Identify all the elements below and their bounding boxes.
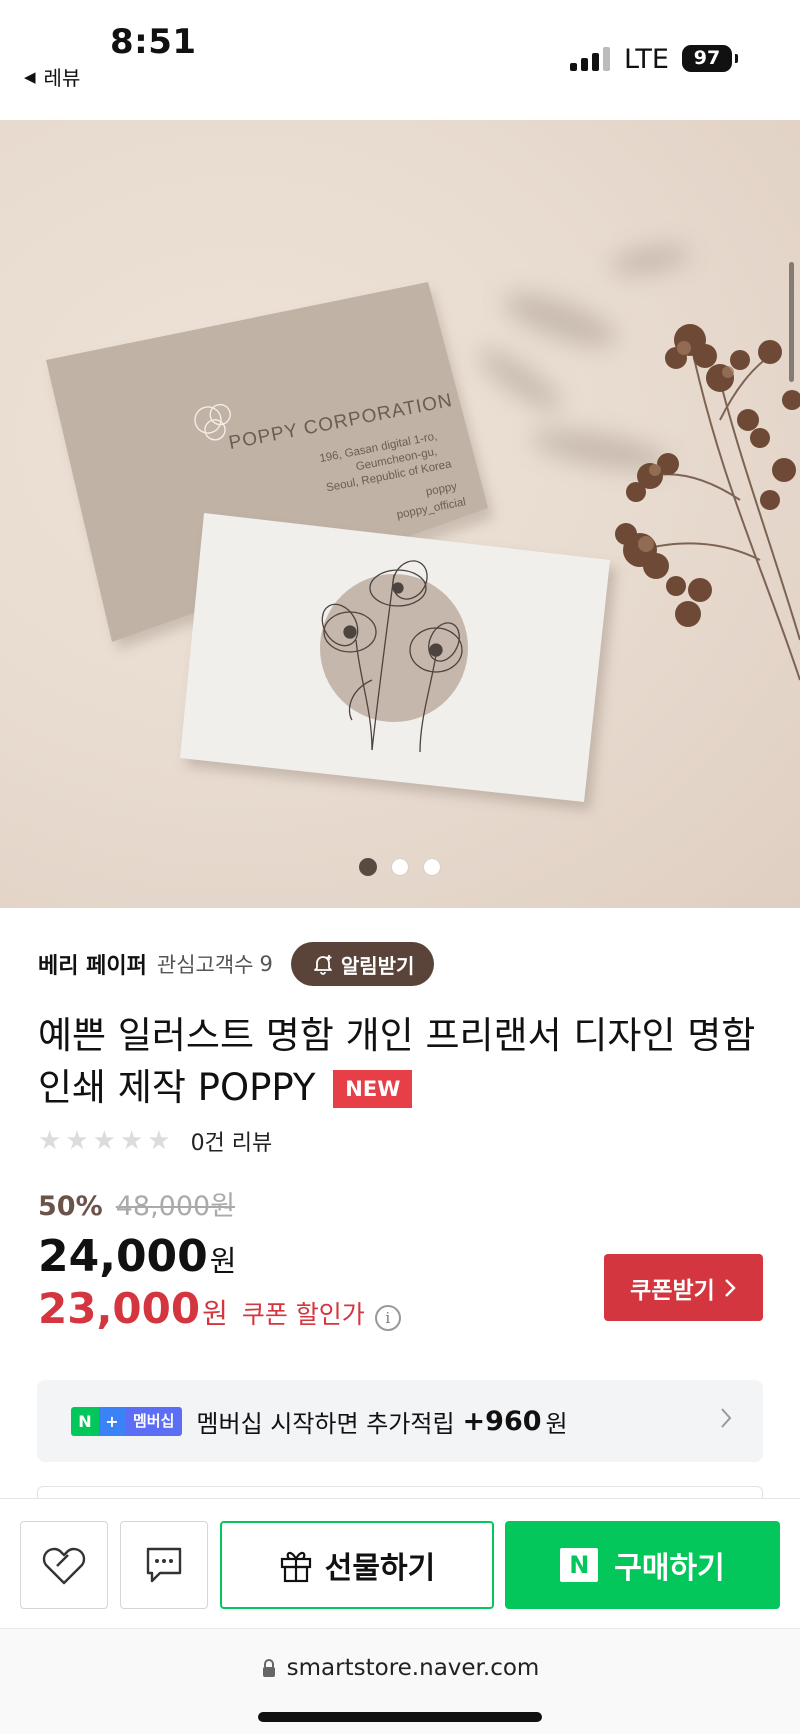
naver-n-icon: N [560, 1548, 599, 1582]
carousel-indicator[interactable] [0, 858, 800, 876]
info-icon[interactable]: i [374, 1305, 401, 1331]
chevron-right-icon [724, 1278, 736, 1297]
gift-label: 선물하기 [324, 1551, 436, 1586]
logo-n: N [71, 1406, 99, 1436]
get-coupon-button[interactable]: 쿠폰받기 [604, 1254, 763, 1321]
heart-icon [42, 1547, 86, 1585]
naver-plus-membership-logo: N + 멤버십 [71, 1406, 183, 1436]
star-icon: ★ [147, 1126, 171, 1156]
coupon-price: 23,000 원 쿠폰 할인가 i [38, 1284, 401, 1333]
url-display[interactable]: smartstore.naver.com [0, 1655, 800, 1681]
star-icon: ★ [92, 1126, 116, 1156]
logo-plus: + [99, 1406, 125, 1436]
gift-button[interactable]: 선물하기 [220, 1521, 494, 1609]
notification-subscribe-label: 알림받기 [340, 953, 415, 978]
logo-membership-text: 멤버십 [125, 1406, 183, 1436]
carousel-dot[interactable] [359, 858, 377, 876]
rating-row[interactable]: ★ ★ ★ ★ ★ 0건 리뷰 [38, 1125, 272, 1157]
product-image-carousel[interactable]: POPPY CORPORATION 196, Gasan digital 1-r… [0, 120, 800, 908]
back-to-app-button[interactable]: ◀ 레뷰 [24, 62, 80, 91]
signal-icon [570, 47, 610, 71]
battery-icon: 97 [682, 45, 738, 72]
wishlist-button[interactable] [20, 1521, 108, 1609]
product-photo: POPPY CORPORATION 196, Gasan digital 1-r… [46, 246, 800, 810]
network-label: LTE [624, 44, 669, 75]
bell-plus-icon [313, 955, 332, 975]
browser-address-bar[interactable]: smartstore.naver.com [0, 1628, 800, 1734]
membership-banner[interactable]: N + 멤버십 멤버십 시작하면 추가적립 +960 원 [37, 1380, 763, 1462]
buy-button[interactable]: N 구매하기 [505, 1521, 780, 1609]
carousel-dot[interactable] [391, 858, 409, 876]
membership-text: 멤버십 시작하면 추가적립 [196, 1409, 455, 1438]
image-scrollbar[interactable] [789, 262, 794, 382]
notification-subscribe-button[interactable]: 알림받기 [290, 942, 435, 986]
get-coupon-label: 쿠폰받기 [630, 1277, 715, 1304]
coupon-price-unit: 원 [202, 1297, 228, 1330]
talk-button[interactable] [120, 1521, 208, 1609]
back-app-label: 레뷰 [43, 66, 81, 90]
chevron-right-icon [719, 1406, 733, 1437]
bottom-action-bar: 선물하기 N 구매하기 [0, 1498, 800, 1628]
original-price: 48,000원 [115, 1191, 236, 1222]
carousel-dot[interactable] [423, 858, 441, 876]
star-icon: ★ [65, 1126, 89, 1156]
sale-price-unit: 원 [209, 1244, 237, 1278]
star-icon: ★ [38, 1126, 62, 1156]
sale-price-number: 24,000 [38, 1231, 208, 1282]
clock: 8:51 [110, 22, 197, 62]
fans-count: 9 [259, 952, 273, 976]
membership-points: +960 [462, 1405, 542, 1437]
coupon-price-label: 쿠폰 할인가 [241, 1300, 365, 1329]
fans-label: 관심고객수 [156, 953, 254, 977]
discount-rate: 50% [38, 1191, 103, 1222]
product-title: 예쁜 일러스트 명함 개인 프리랜서 디자인 명함 인쇄 제작 POPPY NE… [38, 1010, 760, 1114]
price-block: 50% 48,000원 24,000원 23,000 원 쿠폰 할인가 i [38, 1184, 401, 1333]
star-icon: ★ [119, 1126, 144, 1156]
chat-bubble-icon [146, 1547, 182, 1583]
new-badge: NEW [333, 1070, 413, 1108]
membership-unit: 원 [545, 1409, 568, 1438]
store-name-link[interactable]: 베리 페이퍼 [38, 948, 147, 980]
review-count[interactable]: 0건 리뷰 [191, 1125, 273, 1157]
sale-price: 24,000원 [38, 1231, 401, 1282]
home-indicator[interactable] [258, 1712, 542, 1722]
lock-icon [262, 1659, 275, 1677]
seller-row: 베리 페이퍼 관심고객수 9 알림받기 [38, 940, 762, 988]
coupon-price-number: 23,000 [38, 1284, 201, 1333]
back-triangle-icon: ◀ [24, 67, 36, 86]
status-bar: 8:51 ◀ 레뷰 LTE 97 [0, 0, 800, 120]
gift-icon [280, 1551, 311, 1583]
buy-label: 구매하기 [614, 1551, 725, 1586]
url-text: smartstore.naver.com [286, 1655, 540, 1681]
